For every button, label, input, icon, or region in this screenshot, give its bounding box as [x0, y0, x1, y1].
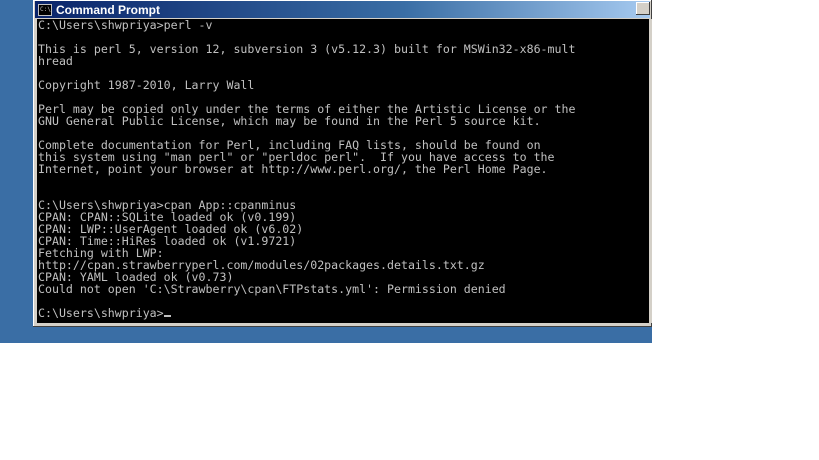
- vertical-scrollbar[interactable]: [649, 19, 652, 323]
- console-line: This is perl 5, version 12, subversion 3…: [38, 42, 576, 56]
- console-line: hread: [38, 54, 73, 68]
- cmd-icon[interactable]: C:\: [38, 3, 52, 16]
- window-controls: [636, 2, 650, 15]
- close-button[interactable]: [636, 2, 650, 15]
- console-line: Could not open 'C:\Strawberry\cpan\FTPst…: [38, 282, 506, 296]
- window-title: Command Prompt: [56, 2, 161, 17]
- text-cursor: [163, 315, 171, 317]
- console-line: Copyright 1987-2010, Larry Wall: [38, 78, 255, 92]
- prompt-text: C:\Users\shwpriya>: [38, 306, 164, 320]
- console-line: GNU General Public License, which may be…: [38, 114, 541, 128]
- title-bar[interactable]: C:\ Command Prompt: [35, 1, 650, 18]
- console-output[interactable]: C:\Users\shwpriya>perl -v This is perl 5…: [37, 19, 649, 323]
- console-line: Internet, point your browser at http://w…: [38, 162, 548, 176]
- prompt-line[interactable]: C:\Users\shwpriya>: [38, 307, 171, 319]
- command-prompt-window[interactable]: C:\ Command Prompt C:\Users\shwpriya>per…: [33, 0, 652, 327]
- console-line: C:\Users\shwpriya>perl -v: [38, 19, 213, 32]
